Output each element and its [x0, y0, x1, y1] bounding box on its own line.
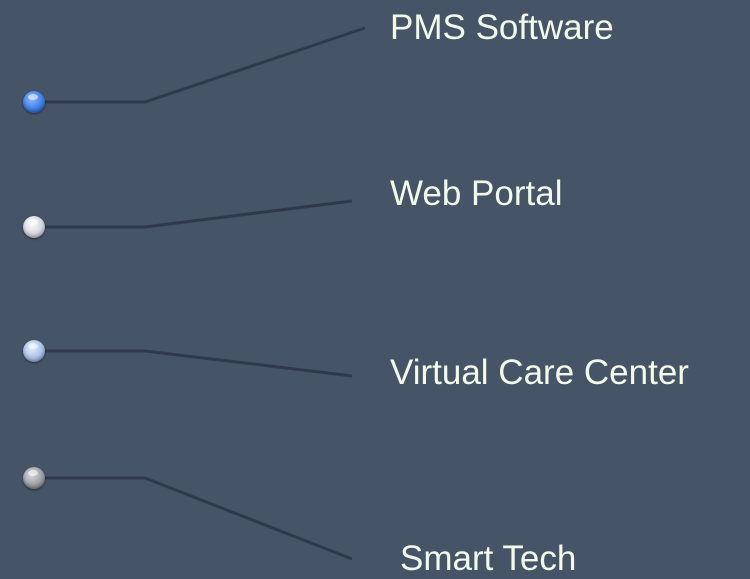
connector-line-virtual-care-center	[34, 349, 353, 378]
connector-lines	[34, 26, 366, 561]
bullet-icon-smart-tech[interactable]	[23, 467, 45, 489]
bullet-icon-web-portal[interactable]	[23, 216, 45, 238]
connector-line-pms-software	[34, 26, 366, 104]
item-label-web-portal[interactable]: Web Portal	[390, 176, 563, 211]
connector-line-web-portal	[34, 199, 353, 229]
connector-line-smart-tech	[34, 476, 353, 561]
bullet-icon-pms-software[interactable]	[23, 91, 45, 113]
bullet-icon-virtual-care-center[interactable]	[23, 340, 45, 362]
item-label-smart-tech[interactable]: Smart Tech	[400, 541, 576, 576]
item-label-pms-software[interactable]: PMS Software	[390, 10, 614, 45]
item-label-virtual-care-center[interactable]: Virtual Care Center	[390, 355, 689, 390]
timeline-diagram: PMS Software Web Portal Virtual Care Cen…	[0, 0, 750, 579]
